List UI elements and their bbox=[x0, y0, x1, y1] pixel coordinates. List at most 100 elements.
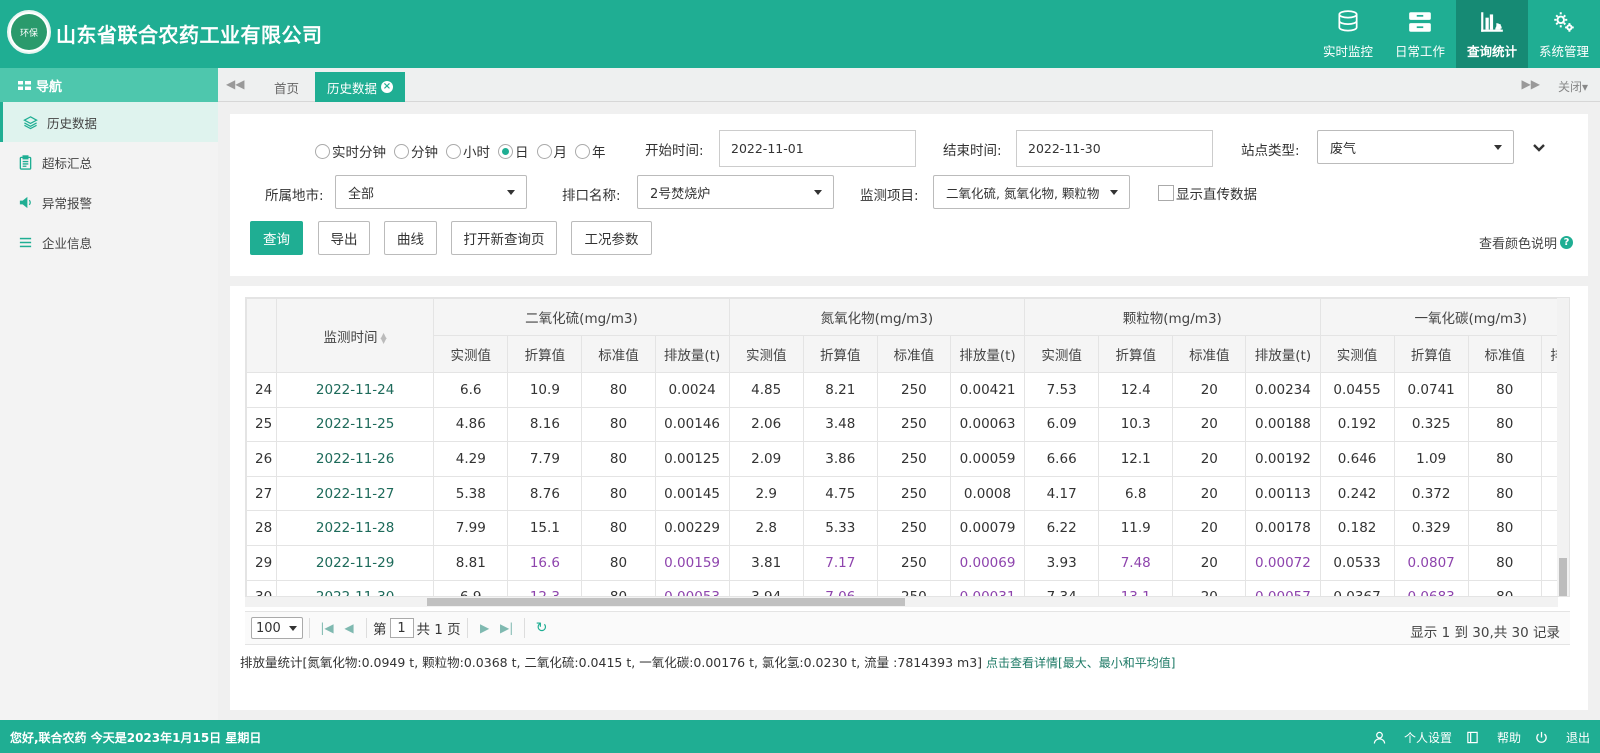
checkbox-box[interactable] bbox=[1158, 185, 1174, 201]
radio-dot[interactable] bbox=[446, 143, 461, 159]
row-date: 2022-11-27 bbox=[276, 475, 435, 512]
value-cell: 0.00059 bbox=[949, 441, 1026, 477]
welcome-label: 您好,联合农药 今天是2023年1月15日 星期日 bbox=[10, 731, 262, 745]
help-label: 帮助 bbox=[1496, 731, 1521, 745]
sidebar-item-abnormal-alarm[interactable]: 异常报警 bbox=[0, 182, 218, 222]
open-new-query-button[interactable]: 打开新查询页 bbox=[451, 221, 557, 255]
radio-dot[interactable] bbox=[575, 143, 590, 159]
prev-page-icon[interactable]: ◀ bbox=[338, 621, 360, 635]
next-page-icon[interactable]: ▶ bbox=[474, 621, 496, 635]
radio-realtime-minute[interactable]: 实时分钟 bbox=[315, 141, 386, 161]
sub-header-cell: 排放量(t) bbox=[949, 335, 1026, 373]
sub-header-cell: 实测值 bbox=[1319, 335, 1395, 373]
value-cell: 20 bbox=[1172, 510, 1247, 546]
table-row[interactable]: 25 2022-11-25 4.86 8.16 80 0.00146 2.06 3.48 250… bbox=[246, 406, 1569, 443]
tab-label: 历史数据 bbox=[326, 80, 377, 96]
sidebar: 导航 历史数据 超标汇总 异常报警 企业信息 bbox=[0, 68, 218, 720]
value-cell: 0.00145 bbox=[654, 475, 730, 512]
sidebar-item-label: 异常报警 bbox=[42, 195, 93, 211]
row-index: 29 bbox=[246, 544, 278, 581]
close-tabs-dropdown[interactable]: 关闭▾ bbox=[1558, 78, 1588, 95]
nav-query-statistics[interactable]: 查询统计 bbox=[1456, 0, 1528, 68]
value-cell: 0.00072 bbox=[1245, 544, 1321, 581]
profile-label: 个人设置 bbox=[1403, 731, 1452, 745]
nav-daily-work[interactable]: 日常工作 bbox=[1384, 0, 1456, 68]
nav-system-management[interactable]: 系统管理 bbox=[1528, 0, 1600, 68]
end-time-input[interactable]: 2022-11-30 bbox=[1016, 130, 1213, 167]
show-direct-data-checkbox[interactable]: 显示直传数据 bbox=[1158, 183, 1257, 203]
radio-year[interactable]: 年 bbox=[575, 141, 606, 161]
table-row[interactable]: 27 2022-11-27 5.38 8.76 80 0.00145 2.9 4.75 250 0… bbox=[246, 475, 1569, 512]
emission-detail-link[interactable]: 点击查看详情[最大、最小和平均值] bbox=[986, 656, 1175, 670]
radio-dot[interactable] bbox=[315, 143, 330, 159]
value-cell: 15.1 bbox=[507, 510, 583, 546]
row-date: 2022-11-28 bbox=[276, 510, 435, 546]
value-cell: 7.17 bbox=[802, 544, 878, 581]
value-cell: 13.1 bbox=[1098, 579, 1174, 596]
radio-dot[interactable] bbox=[394, 143, 409, 159]
first-page-icon[interactable]: |◀ bbox=[316, 621, 338, 635]
chevron-down-icon[interactable] bbox=[1532, 141, 1546, 155]
table-row[interactable]: 302022-11-306.912.3800.000533.947.062500… bbox=[246, 579, 1569, 596]
tab-scroll-left-icon[interactable]: ◀◀ bbox=[226, 77, 244, 91]
value-cell: 80 bbox=[1467, 510, 1542, 546]
radio-label: 年 bbox=[592, 145, 606, 161]
operating-params-button[interactable]: 工况参数 bbox=[571, 221, 652, 255]
horizontal-scrollbar[interactable] bbox=[245, 597, 1558, 607]
logout-link[interactable]: 退出 bbox=[1535, 729, 1590, 746]
vertical-scrollbar[interactable] bbox=[1557, 298, 1569, 596]
radio-day[interactable]: 日 bbox=[498, 141, 529, 161]
page-size-select[interactable]: 100 bbox=[251, 617, 303, 639]
company-name: 山东省联合农药工业有限公司 bbox=[56, 23, 323, 47]
time-column-header[interactable]: 监测时间 ▲ ▼ bbox=[276, 298, 435, 373]
sidebar-item-history-data[interactable]: 历史数据 bbox=[0, 102, 218, 142]
outlet-select[interactable]: 2号焚烧炉 bbox=[637, 175, 834, 209]
value-cell: 2.8 bbox=[728, 510, 804, 546]
tab-scroll-right-icon[interactable]: ▶▶ bbox=[1522, 77, 1540, 91]
radio-minute[interactable]: 分钟 bbox=[394, 141, 438, 161]
start-time-input[interactable]: 2022-11-01 bbox=[719, 130, 916, 167]
value-cell: 0.00031 bbox=[949, 579, 1026, 596]
sidebar-item-enterprise-info[interactable]: 企业信息 bbox=[0, 222, 218, 262]
city-select[interactable]: 全部 bbox=[335, 175, 527, 209]
color-help-label: 查看颜色说明 bbox=[1478, 237, 1557, 252]
value-cell: 0.192 bbox=[1319, 406, 1395, 443]
scroll-thumb[interactable] bbox=[427, 598, 905, 606]
radio-dot[interactable] bbox=[498, 143, 513, 159]
scroll-thumb[interactable] bbox=[1559, 558, 1567, 596]
export-button[interactable]: 导出 bbox=[318, 221, 370, 255]
help-link[interactable]: 帮助 bbox=[1466, 729, 1521, 746]
select-value: 2号焚烧炉 bbox=[650, 186, 711, 202]
radio-month[interactable]: 月 bbox=[536, 141, 567, 161]
refresh-icon[interactable]: ↻ bbox=[531, 620, 553, 636]
nav-realtime-monitor[interactable]: 实时监控 bbox=[1312, 0, 1384, 68]
tab-home[interactable]: 首页 bbox=[274, 78, 299, 97]
row-date: 2022-11-26 bbox=[276, 441, 435, 477]
page-number-input[interactable]: 1 bbox=[389, 618, 414, 638]
monitor-item-select[interactable]: 二氧化硫, 氮氧化物, 颗粒物 bbox=[933, 175, 1130, 209]
profile-settings-link[interactable]: 个人设置 bbox=[1373, 729, 1452, 746]
site-type-select[interactable]: 废气 bbox=[1317, 130, 1514, 164]
sort-icon[interactable]: ▲ ▼ bbox=[381, 331, 387, 344]
color-legend-link[interactable]: 查看颜色说明 ? bbox=[1479, 233, 1573, 252]
radio-label: 小时 bbox=[463, 145, 490, 161]
table-row[interactable]: 24 2022-11-24 6.6 10.9 80 0.0024 4.85 8.21 250 0.… bbox=[246, 372, 1569, 408]
value-cell: 80 bbox=[581, 544, 656, 581]
value-cell: 6.09 bbox=[1024, 406, 1100, 443]
time-granularity-radios: 实时分钟 分钟 小时 日 月 年 bbox=[315, 141, 614, 161]
value-cell: 12.1 bbox=[1098, 441, 1174, 477]
curve-button[interactable]: 曲线 bbox=[384, 221, 437, 255]
history-data-table: 监测时间 ▲ ▼ 二氧化硫(mg/m3) 氮氧化物(mg/m3) 颗粒物(mg/m3… bbox=[246, 298, 1569, 596]
table-row[interactable]: 29 2022-11-29 8.81 16.6 80 0.00159 3.81 7.17 250… bbox=[246, 544, 1569, 581]
query-button[interactable]: 查询 bbox=[250, 221, 303, 255]
table-row[interactable]: 26 2022-11-26 4.29 7.79 80 0.00125 2.09 3.86 250… bbox=[246, 441, 1569, 477]
radio-dot[interactable] bbox=[536, 143, 552, 159]
tab-history-data[interactable]: 历史数据 × bbox=[315, 72, 405, 102]
sub-header-cell: 标准值 bbox=[876, 335, 951, 373]
last-page-icon[interactable]: ▶| bbox=[496, 621, 518, 635]
close-icon[interactable]: × bbox=[381, 81, 393, 93]
table-row[interactable]: 28 2022-11-28 7.99 15.1 80 0.00229 2.8 5.33 250 0… bbox=[246, 510, 1569, 546]
radio-hour[interactable]: 小时 bbox=[446, 141, 490, 161]
value-cell: 0.00113 bbox=[1245, 475, 1321, 512]
sidebar-item-exceed-summary[interactable]: 超标汇总 bbox=[0, 142, 218, 182]
